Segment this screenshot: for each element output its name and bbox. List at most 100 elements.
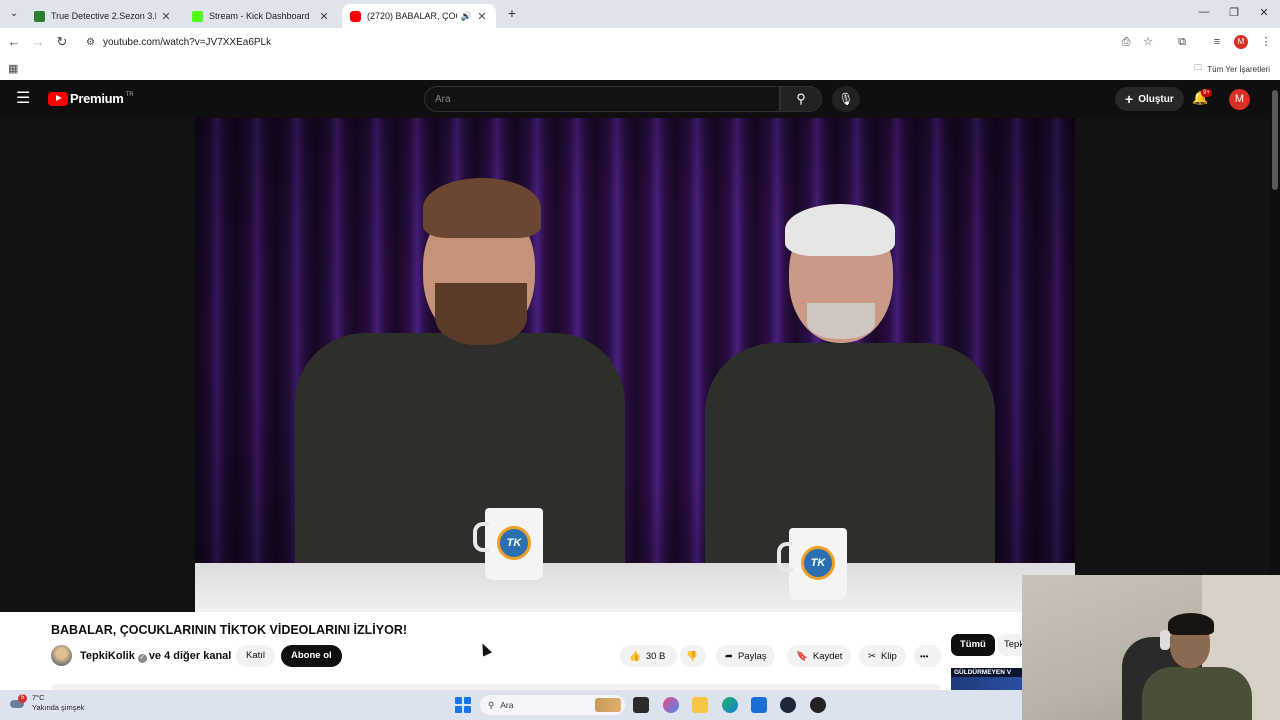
bookmark-star-icon[interactable]: ☆: [1141, 35, 1155, 49]
search-highlight-art: [595, 698, 621, 712]
taskbar-search-label: Ara: [500, 700, 514, 710]
scrollbar-thumb[interactable]: [1272, 90, 1278, 190]
create-label: Oluştur: [1138, 93, 1174, 105]
browser-tab[interactable]: Stream - Kick Dashboard ✕: [184, 4, 338, 28]
more-dots-icon: •••: [920, 651, 929, 661]
create-button[interactable]: + Oluştur: [1115, 87, 1184, 111]
file-explorer-icon[interactable]: [692, 697, 708, 713]
related-thumb-text: GÜLDÜRMEYEN V: [951, 668, 1022, 677]
plus-icon: +: [1125, 91, 1134, 107]
mug-handle: [777, 542, 793, 572]
mug-handle: [473, 522, 489, 552]
close-tab-icon[interactable]: ✕: [476, 10, 488, 23]
account-avatar[interactable]: M: [1229, 89, 1250, 110]
join-button[interactable]: Katıl: [236, 645, 276, 667]
browser-menu-icon[interactable]: ⋮: [1259, 35, 1273, 49]
address-bar[interactable]: ⚙ youtube.com/watch?v=JV7XXEa6PLk: [80, 31, 1160, 53]
share-icon: ➦: [725, 650, 733, 662]
chip-all[interactable]: Tümü: [951, 634, 995, 656]
channel-name[interactable]: TepkiKolik: [80, 650, 135, 662]
share-label: Paylaş: [737, 650, 767, 662]
browser-tab-bar: ⌄ True Detective 2.Sezon 3.Bölüm ✕ Strea…: [0, 0, 1280, 28]
copilot-icon[interactable]: [663, 697, 679, 713]
thumbs-down-icon: 👎: [686, 650, 698, 662]
youtube-header: ☰ Premium TR ⚲ 🎙 + Oluştur 🔔 9+ M: [0, 80, 1280, 118]
install-app-icon[interactable]: ⎙: [1119, 35, 1133, 49]
close-window-icon[interactable]: ✕: [1256, 6, 1272, 19]
steam-icon[interactable]: [780, 697, 796, 713]
like-count: 30 B: [645, 650, 666, 662]
clip-label: Klip: [880, 650, 897, 662]
dislike-button[interactable]: 👎: [680, 645, 706, 667]
brand-text: Premium: [70, 91, 124, 106]
profile-avatar[interactable]: M: [1234, 35, 1248, 49]
search-box: [424, 86, 780, 112]
related-video-thumbnail[interactable]: GÜLDÜRMEYEN V: [951, 668, 1022, 690]
thumbs-up-icon: 👍: [629, 650, 641, 662]
url-text[interactable]: youtube.com/watch?v=JV7XXEa6PLk: [103, 37, 271, 48]
video-player[interactable]: TK TK: [0, 118, 1270, 612]
extensions-icon[interactable]: ⧉: [1175, 35, 1189, 49]
audio-playing-icon[interactable]: 🔊: [461, 11, 472, 22]
obs-icon[interactable]: [810, 697, 826, 713]
webcam-person-shirt: [1142, 667, 1252, 720]
browser-tab[interactable]: True Detective 2.Sezon 3.Bölüm ✕: [26, 4, 180, 28]
channel-avatar[interactable]: [51, 645, 72, 666]
favicon-icon: [34, 10, 45, 22]
back-icon[interactable]: ←: [6, 34, 22, 50]
more-actions-button[interactable]: •••: [914, 645, 942, 667]
bookmarks-bar: ▦ 🗀 Tüm Yer İşaretleri: [0, 56, 1280, 80]
edge-icon[interactable]: [722, 697, 738, 713]
taskbar-search[interactable]: ⚲ Ara: [480, 695, 625, 715]
video-info-panel: BABALAR, ÇOCUKLARININ TİKTOK VİDEOLARINI…: [0, 612, 1022, 690]
new-tab-icon[interactable]: +: [504, 5, 520, 21]
browser-tab-active[interactable]: (2720) BABALAR, ÇOCUKLA 🔊 ✕: [342, 4, 496, 28]
minimize-icon[interactable]: —: [1196, 6, 1212, 18]
folder-icon: 🗀: [1194, 63, 1203, 72]
verified-check-icon: ✓: [137, 654, 147, 663]
microphone-icon[interactable]: 🎙: [832, 86, 860, 112]
forward-icon[interactable]: →: [30, 34, 46, 50]
search-icon: ⚲: [488, 699, 495, 710]
notification-badge: 9+: [1201, 89, 1212, 97]
subscribe-button[interactable]: Abone ol: [281, 645, 342, 667]
mug-logo: TK: [497, 526, 531, 560]
site-info-icon[interactable]: ⚙: [86, 37, 95, 48]
close-tab-icon[interactable]: ✕: [160, 10, 172, 23]
video-table: [195, 563, 1075, 612]
weather-description: Yakında şimşek: [32, 703, 85, 712]
save-button[interactable]: 🔖 Kaydet: [787, 645, 852, 667]
all-bookmarks-button[interactable]: 🗀 Tüm Yer İşaretleri: [1194, 62, 1270, 76]
channel-collab-text[interactable]: ve 4 diğer kanal: [149, 650, 232, 662]
youtube-logo[interactable]: Premium TR: [48, 91, 134, 106]
webcam-person-hair: [1168, 613, 1214, 635]
mug-left: TK: [473, 508, 543, 580]
media-controls-icon[interactable]: ≡: [1210, 35, 1224, 49]
webcam-headset: [1160, 630, 1170, 650]
all-bookmarks-label: Tüm Yer İşaretleri: [1207, 64, 1270, 74]
mug-right: TK: [777, 528, 847, 600]
clip-button[interactable]: ✂ Klip: [859, 645, 906, 667]
restore-icon[interactable]: ❐: [1226, 6, 1242, 19]
weather-widget[interactable]: 5 7°C Yakında şimşek: [10, 693, 84, 713]
apps-grid-icon[interactable]: ▦: [8, 62, 18, 75]
reload-icon[interactable]: ↻: [54, 34, 70, 50]
search-icon[interactable]: ⚲: [780, 86, 822, 112]
kick-favicon-icon: [192, 10, 203, 22]
task-view-icon[interactable]: [633, 697, 649, 713]
channel-name-group[interactable]: TepkiKolik ✓ ve 4 diğer kanal: [80, 650, 231, 663]
video-frame[interactable]: TK TK: [195, 118, 1075, 612]
bookmark-icon: 🔖: [796, 650, 808, 662]
chip-tepki[interactable]: Tepki: [998, 634, 1022, 656]
tab-search-chevron-icon[interactable]: ⌄: [6, 6, 22, 22]
youtube-favicon-icon: [350, 10, 361, 22]
hamburger-menu-icon[interactable]: ☰: [16, 90, 30, 108]
search-input[interactable]: [425, 87, 779, 111]
like-button[interactable]: 👍 30 B: [620, 645, 677, 667]
country-code: TR: [125, 91, 134, 98]
store-icon[interactable]: [751, 697, 767, 713]
weather-badge: 5: [18, 694, 27, 703]
share-button[interactable]: ➦ Paylaş: [716, 645, 776, 667]
windows-start-icon[interactable]: [455, 697, 471, 713]
close-tab-icon[interactable]: ✕: [318, 10, 330, 23]
